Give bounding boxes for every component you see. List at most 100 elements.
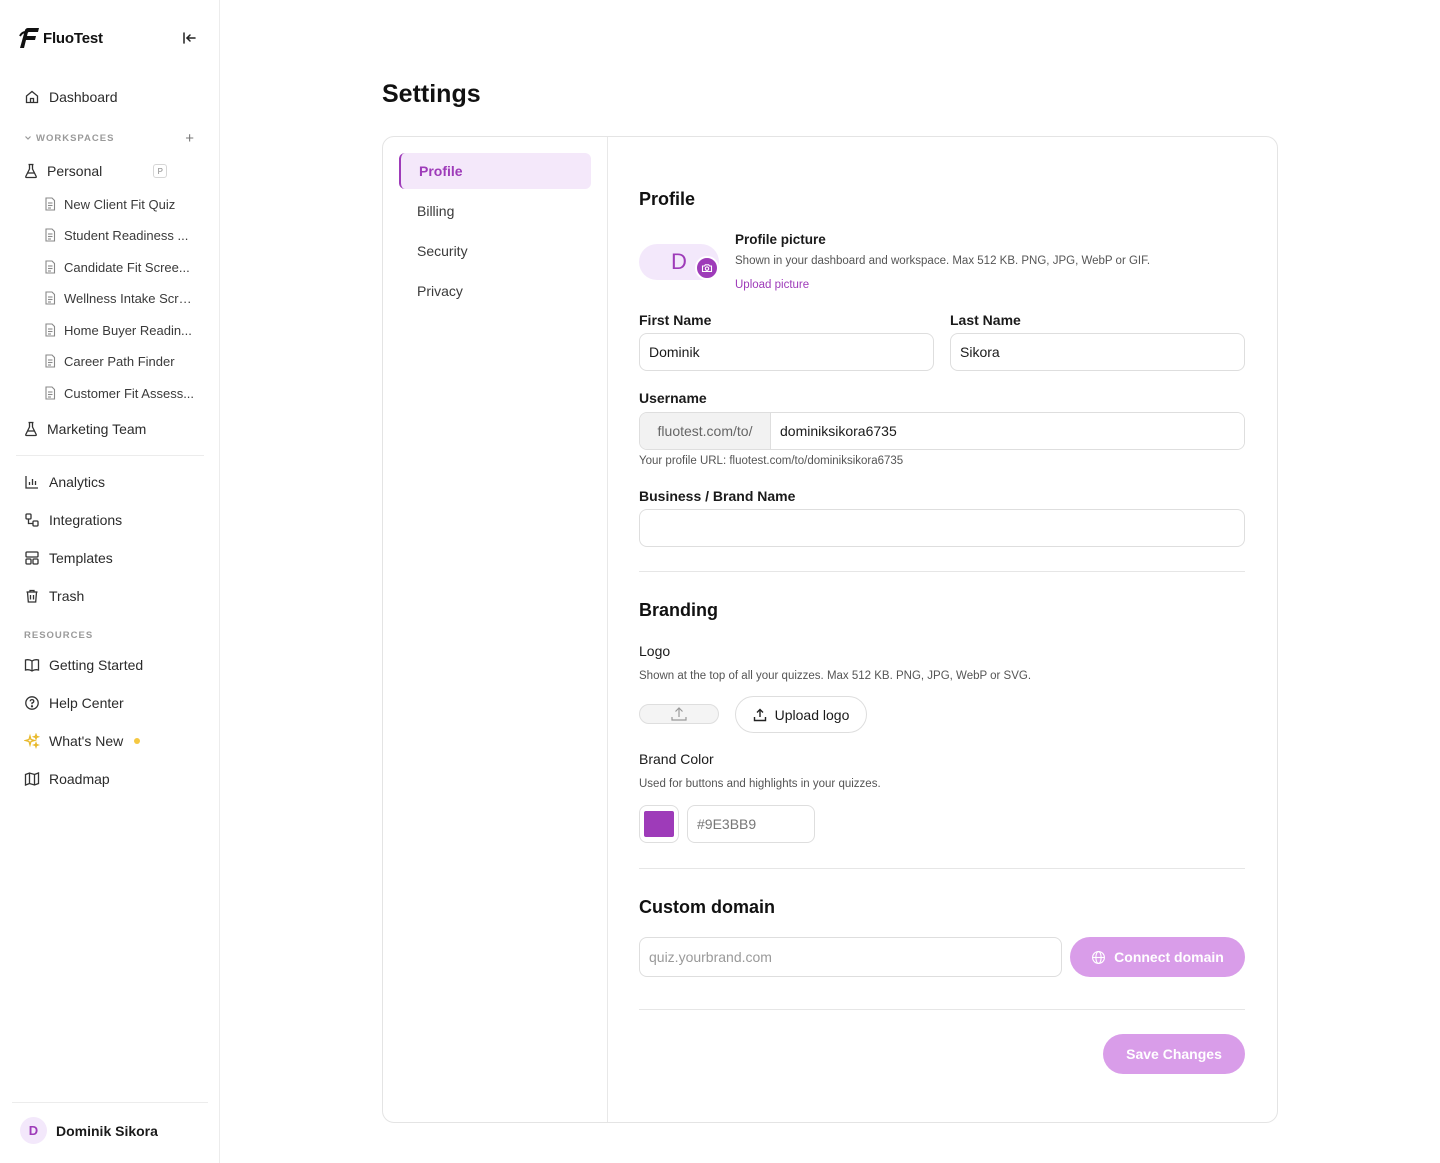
workspaces-label: WORKSPACES — [36, 132, 115, 144]
settings-card: Profile Billing Security Privacy Profile… — [382, 136, 1278, 1123]
quiz-item-label: Career Path Finder — [64, 353, 175, 369]
custom-domain-heading: Custom domain — [639, 897, 776, 917]
help-circle-icon — [25, 696, 39, 710]
nav-integrations-label: Integrations — [49, 512, 123, 528]
brand-color-hint: Used for buttons and highlights in your … — [639, 778, 881, 790]
document-icon — [45, 354, 56, 368]
nav-roadmap-label: Roadmap — [49, 771, 110, 787]
trash-icon — [26, 589, 38, 603]
quiz-item[interactable]: Customer Fit Assess... — [40, 379, 200, 407]
nav-analytics-label: Analytics — [49, 474, 106, 490]
map-icon — [24, 772, 40, 786]
quiz-item-label: Customer Fit Assess... — [64, 385, 195, 401]
workspace-marketing-label: Marketing Team — [47, 421, 147, 437]
first-name-field[interactable] — [639, 333, 934, 371]
resources-label: RESOURCES — [24, 630, 94, 641]
quiz-item[interactable]: Career Path Finder — [40, 347, 200, 375]
flask-icon — [25, 421, 37, 437]
brand-color-label: Brand Color — [639, 751, 714, 767]
first-name-label: First Name — [639, 312, 712, 328]
brand-color-picker[interactable] — [639, 805, 679, 843]
brand-name-label: Business / Brand Name — [639, 488, 796, 504]
nav-help-center-label: Help Center — [49, 695, 124, 711]
workspaces-toggle[interactable]: WORKSPACES — [24, 133, 114, 144]
templates-icon — [25, 551, 39, 565]
sidebar-header: FluoTest — [18, 24, 200, 52]
nav-dashboard[interactable]: Dashboard — [16, 82, 204, 112]
add-workspace-button[interactable]: + — [185, 131, 194, 146]
quiz-item-label: Student Readiness ... — [64, 227, 189, 243]
logo-label: Logo — [639, 643, 671, 659]
nav-templates-label: Templates — [49, 550, 113, 566]
profile-heading: Profile — [639, 189, 696, 209]
document-icon — [45, 323, 56, 337]
document-icon — [45, 260, 56, 274]
tab-billing[interactable]: Billing — [399, 193, 591, 229]
save-changes-button[interactable]: Save Changes — [1103, 1034, 1245, 1074]
tab-privacy[interactable]: Privacy — [399, 273, 591, 309]
document-icon — [45, 197, 56, 211]
workspace-marketing-team[interactable]: Marketing Team — [16, 414, 204, 444]
upload-logo-label: Upload logo — [774, 706, 850, 723]
last-name-field[interactable] — [950, 333, 1245, 371]
user-name: Dominik Sikora — [56, 1122, 158, 1139]
settings-divider — [607, 137, 608, 1122]
upload-logo-button[interactable]: Upload logo — [735, 696, 867, 733]
sparkles-icon — [24, 733, 40, 749]
nav-getting-started[interactable]: Getting Started — [16, 650, 204, 680]
quiz-item[interactable]: Home Buyer Readin... — [40, 316, 200, 344]
document-icon — [45, 386, 56, 400]
upload-icon — [753, 708, 766, 721]
upload-picture-link[interactable]: Upload picture — [735, 279, 809, 291]
logo-preview-dropzone[interactable] — [639, 704, 719, 724]
nav-analytics[interactable]: Analytics — [16, 467, 204, 497]
quiz-item[interactable]: Student Readiness ... — [40, 221, 200, 249]
nav-trash-label: Trash — [49, 588, 85, 604]
nav-whats-new-label: What's New — [49, 733, 124, 749]
document-icon — [45, 291, 56, 305]
nav-trash[interactable]: Trash — [16, 581, 204, 611]
change-avatar-button[interactable] — [695, 256, 719, 280]
nav-roadmap[interactable]: Roadmap — [16, 764, 204, 794]
quiz-item-label: Candidate Fit Scree... — [64, 259, 190, 275]
quiz-item-label: Home Buyer Readin... — [64, 322, 192, 338]
collapse-sidebar-button[interactable] — [178, 27, 200, 49]
custom-domain-field[interactable] — [639, 937, 1062, 977]
username-input-group: fluotest.com/to/ — [639, 412, 1245, 450]
brand-color-swatch — [644, 811, 674, 837]
collapse-left-icon — [183, 32, 196, 44]
workspaces-header: WORKSPACES + — [24, 130, 194, 146]
quiz-item[interactable]: Candidate Fit Scree... — [40, 253, 200, 281]
sidebar-footer-divider — [12, 1102, 208, 1103]
section-separator — [639, 868, 1245, 869]
nav-whats-new[interactable]: What's New — [16, 726, 204, 756]
quiz-item[interactable]: Wellness Intake Scre... — [40, 284, 200, 312]
username-prefix: fluotest.com/to/ — [640, 413, 771, 449]
user-profile-menu[interactable]: D Dominik Sikora — [20, 1117, 158, 1144]
brand-name-field[interactable] — [639, 509, 1245, 547]
nav-templates[interactable]: Templates — [16, 543, 204, 573]
app-logo[interactable]: FluoTest — [18, 26, 103, 50]
logo-hint: Shown at the top of all your quizzes. Ma… — [639, 670, 1032, 682]
globe-icon — [1092, 950, 1106, 964]
book-open-icon — [24, 659, 40, 672]
tab-profile[interactable]: Profile — [399, 153, 591, 189]
brand-color-hex-field[interactable] — [687, 805, 815, 843]
connect-domain-button[interactable]: Connect domain — [1070, 937, 1245, 977]
username-field[interactable] — [771, 413, 1244, 449]
nav-integrations[interactable]: Integrations — [16, 505, 204, 535]
quiz-item-label: New Client Fit Quiz — [64, 196, 176, 212]
user-avatar: D — [20, 1117, 47, 1144]
profile-picture-title: Profile picture — [735, 232, 826, 247]
home-icon — [25, 90, 39, 104]
quiz-item[interactable]: New Client Fit Quiz — [40, 190, 200, 218]
tab-security[interactable]: Security — [399, 233, 591, 269]
workspace-personal[interactable]: Personal P — [16, 156, 204, 186]
nav-getting-started-label: Getting Started — [49, 657, 144, 673]
chevron-down-icon — [25, 136, 31, 140]
new-indicator-dot — [134, 738, 141, 744]
branding-heading: Branding — [639, 600, 718, 620]
workspace-personal-label: Personal — [47, 163, 103, 179]
page-title: Settings — [382, 80, 481, 108]
nav-help-center[interactable]: Help Center — [16, 688, 204, 718]
